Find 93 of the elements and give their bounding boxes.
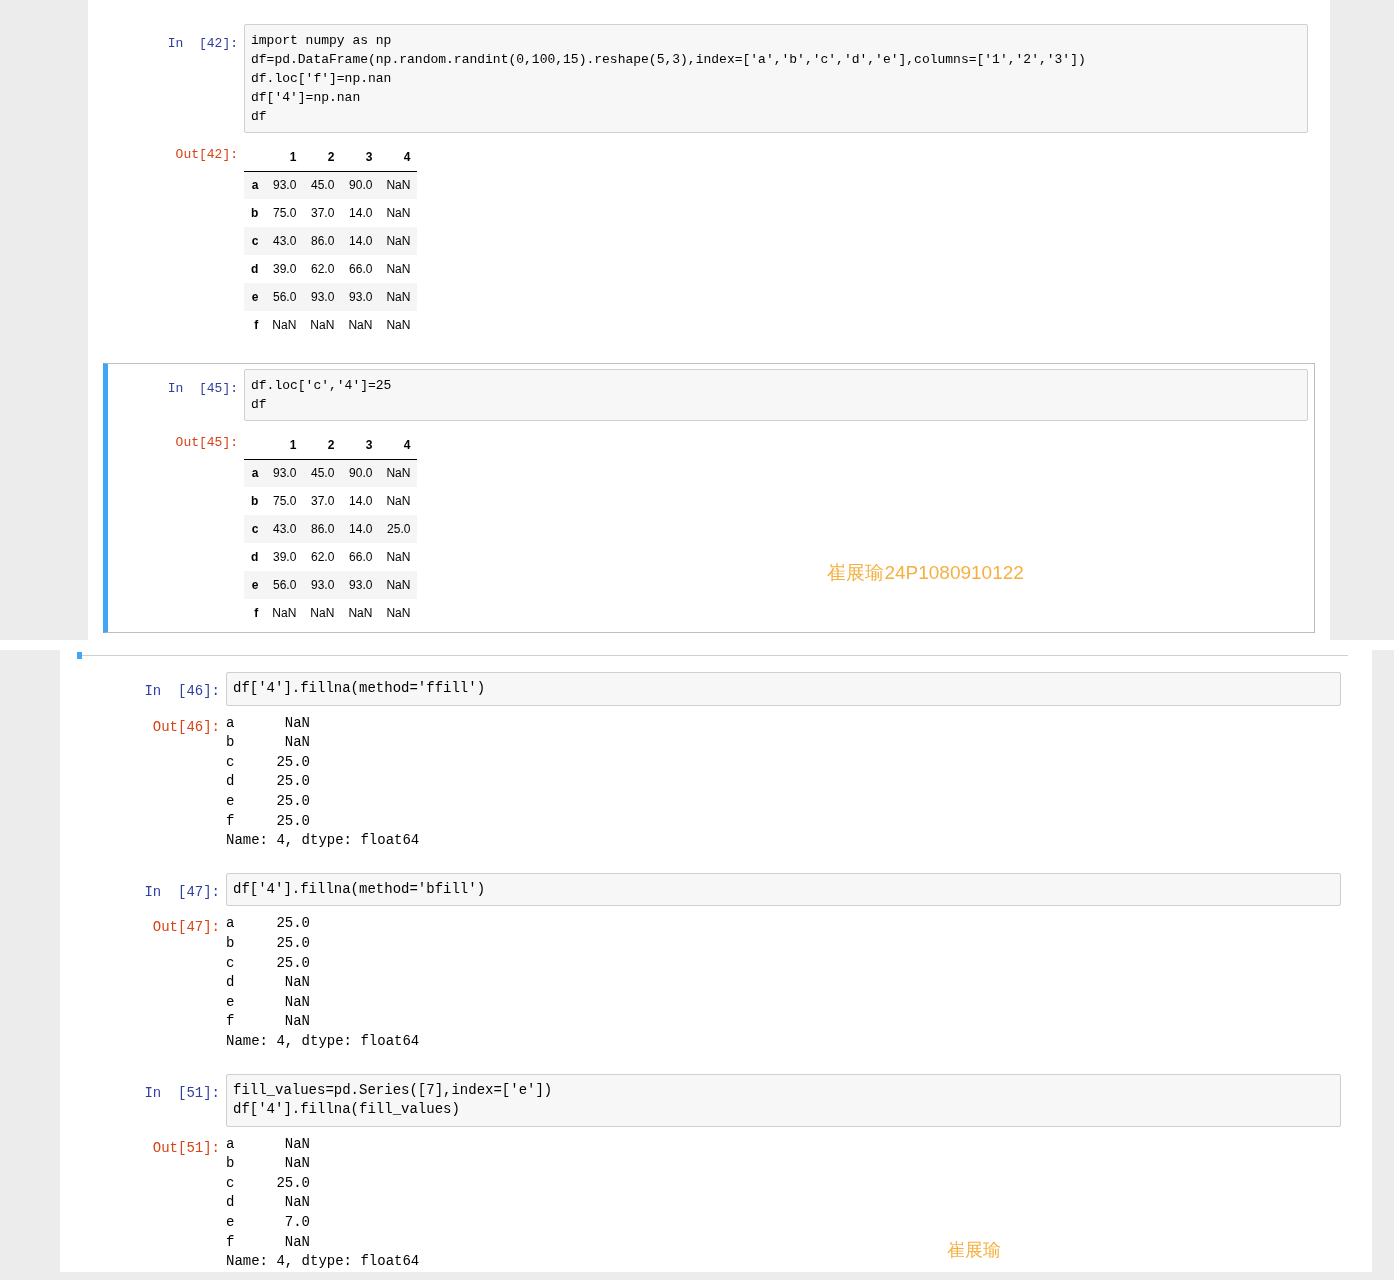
output-text: a NaN b NaN c 25.0 d NaN e 7.0 f NaN Name: 4, dtype: float64 xyxy=(226,1134,420,1272)
row-index: b xyxy=(244,199,266,227)
table-cell: 75.0 xyxy=(265,199,304,227)
table-cell: 14.0 xyxy=(341,487,380,515)
output-prompt: Out[45]: xyxy=(175,435,238,450)
table-cell: 45.0 xyxy=(303,459,342,487)
table-cell: 62.0 xyxy=(303,255,342,283)
table-cell: 93.0 xyxy=(265,459,304,487)
row-index: e xyxy=(244,571,266,599)
table-cell: 90.0 xyxy=(341,459,380,487)
notebook-cell[interactable]: In [46]: df['4'].fillna(method='ffill') Out[46]: a NaN b NaN c 25.0 d 25.0 e 25.0 f 25.0 Name: 4, dtype: float64 xyxy=(77,666,1348,857)
annotation-text: 崔展瑜 xyxy=(947,1238,1001,1262)
annotation-text: 崔展瑜24P1080910122 xyxy=(827,560,1024,585)
table-cell: 93.0 xyxy=(341,283,380,311)
code-input[interactable]: fill_values=pd.Series([7],index=['e']) df['4'].fillna(fill_values) xyxy=(226,1073,1341,1127)
table-cell: NaN xyxy=(379,171,418,199)
cell-marker-icon xyxy=(77,652,82,659)
column-header: 2 xyxy=(303,143,342,171)
table-cell: 86.0 xyxy=(303,227,342,255)
input-prompt: In [45]: xyxy=(167,381,238,396)
table-cell: 43.0 xyxy=(265,515,304,543)
table-cell: 39.0 xyxy=(265,543,304,571)
code-input[interactable]: df['4'].fillna(method='ffill') xyxy=(226,672,1341,706)
table-cell: NaN xyxy=(303,599,342,627)
row-index: b xyxy=(244,487,266,515)
code-input[interactable]: import numpy as np df=pd.DataFrame(np.random.randint(0,100,15).reshape(5,3),index=['a','b','c','d','e'],columns=['1','2','3']) df.loc['f']=np.nan df['4']=np.nan df xyxy=(244,24,1308,133)
table-cell: NaN xyxy=(379,599,418,627)
table-cell: 45.0 xyxy=(303,171,342,199)
table-cell: NaN xyxy=(341,599,380,627)
table-cell: 14.0 xyxy=(341,227,380,255)
output-prompt: Out[46]: xyxy=(152,718,220,735)
table-cell: 43.0 xyxy=(265,227,304,255)
table-cell: NaN xyxy=(379,255,418,283)
column-header: 3 xyxy=(341,143,380,171)
input-prompt: In [51]: xyxy=(144,1084,220,1101)
table-cell: 93.0 xyxy=(265,171,304,199)
code-input[interactable]: df.loc['c','4']=25 df xyxy=(244,369,1308,421)
row-index: c xyxy=(244,227,266,255)
input-prompt: In [46]: xyxy=(144,683,220,699)
column-header: 4 xyxy=(379,431,418,459)
table-cell: 25.0 xyxy=(379,515,418,543)
row-index: d xyxy=(244,543,266,571)
notebook-cell[interactable]: In [45]: df.loc['c','4']=25 df Out[45]: 1 2 3 4 a 93.0 45.0 90.0 NaN b 75.0 37.0 14.0 NaN c 43.0 86.0 14.0 25.0 d 39.0 62.0 66.0 NaN e 56.0 93.0 93.0 NaN f NaN NaN NaN NaN 崔展瑜24P1080910122 xyxy=(103,363,1315,633)
table-cell: NaN xyxy=(379,487,418,515)
table-cell: 90.0 xyxy=(341,171,380,199)
table-cell: 56.0 xyxy=(265,283,304,311)
table-cell: NaN xyxy=(379,571,418,599)
table-cell: 37.0 xyxy=(303,487,342,515)
table-cell: 39.0 xyxy=(265,255,304,283)
column-header: 3 xyxy=(341,431,380,459)
output-prompt: Out[42]: xyxy=(175,147,238,162)
table-cell: 37.0 xyxy=(303,199,342,227)
output-text: a 25.0 b 25.0 c 25.0 d NaN e NaN f NaN Name: 4, dtype: float64 xyxy=(226,914,420,1051)
table-cell: 86.0 xyxy=(303,515,342,543)
column-header: 2 xyxy=(303,431,342,459)
notebook-cell[interactable]: In [47]: df['4'].fillna(method='bfill') Out[47]: a 25.0 b 25.0 c 25.0 d NaN e NaN f NaN Name: 4, dtype: float64 xyxy=(77,866,1348,1058)
table-cell: 66.0 xyxy=(341,255,380,283)
table-cell: NaN xyxy=(303,311,342,339)
output-prompt: Out[51]: xyxy=(152,1139,220,1156)
code-input[interactable]: df['4'].fillna(method='bfill') xyxy=(226,872,1341,907)
column-header: 1 xyxy=(265,431,304,459)
table-cell: NaN xyxy=(379,543,418,571)
table-cell: NaN xyxy=(379,283,418,311)
row-index: f xyxy=(244,311,266,339)
table-cell: 14.0 xyxy=(341,199,380,227)
table-cell: NaN xyxy=(341,311,380,339)
table-cell: NaN xyxy=(379,227,418,255)
input-prompt: In [47]: xyxy=(144,883,220,900)
table-cell: 66.0 xyxy=(341,543,380,571)
output-text: a NaN b NaN c 25.0 d 25.0 e 25.0 f 25.0 Name: 4, dtype: float64 xyxy=(226,713,420,851)
row-index: d xyxy=(244,255,266,283)
input-prompt: In [42]: xyxy=(167,36,238,51)
row-index: f xyxy=(244,599,266,627)
table-cell: 93.0 xyxy=(303,283,342,311)
row-index: e xyxy=(244,283,266,311)
row-index: c xyxy=(244,515,266,543)
row-index: a xyxy=(244,171,266,199)
table-cell: 62.0 xyxy=(303,543,342,571)
table-cell: NaN xyxy=(265,311,304,339)
table-cell: 93.0 xyxy=(303,571,342,599)
output-prompt: Out[47]: xyxy=(152,919,220,936)
table-cell: 93.0 xyxy=(341,571,380,599)
table-cell: 56.0 xyxy=(265,571,304,599)
table-cell: NaN xyxy=(379,199,418,227)
table-cell: 75.0 xyxy=(265,487,304,515)
row-index: a xyxy=(244,459,266,487)
table-cell: NaN xyxy=(265,599,304,627)
column-header: 4 xyxy=(379,143,418,171)
table-cell: 14.0 xyxy=(341,515,380,543)
column-header: 1 xyxy=(265,143,304,171)
table-cell: NaN xyxy=(379,459,418,487)
notebook-cell[interactable]: In [51]: fill_values=pd.Series([7],index=['e']) df['4'].fillna(fill_values) Out[51]: a NaN b NaN c 25.0 d NaN e 7.0 f NaN Name: 4, dtype: float64 崔展瑜 xyxy=(77,1067,1348,1278)
table-cell: NaN xyxy=(379,311,418,339)
